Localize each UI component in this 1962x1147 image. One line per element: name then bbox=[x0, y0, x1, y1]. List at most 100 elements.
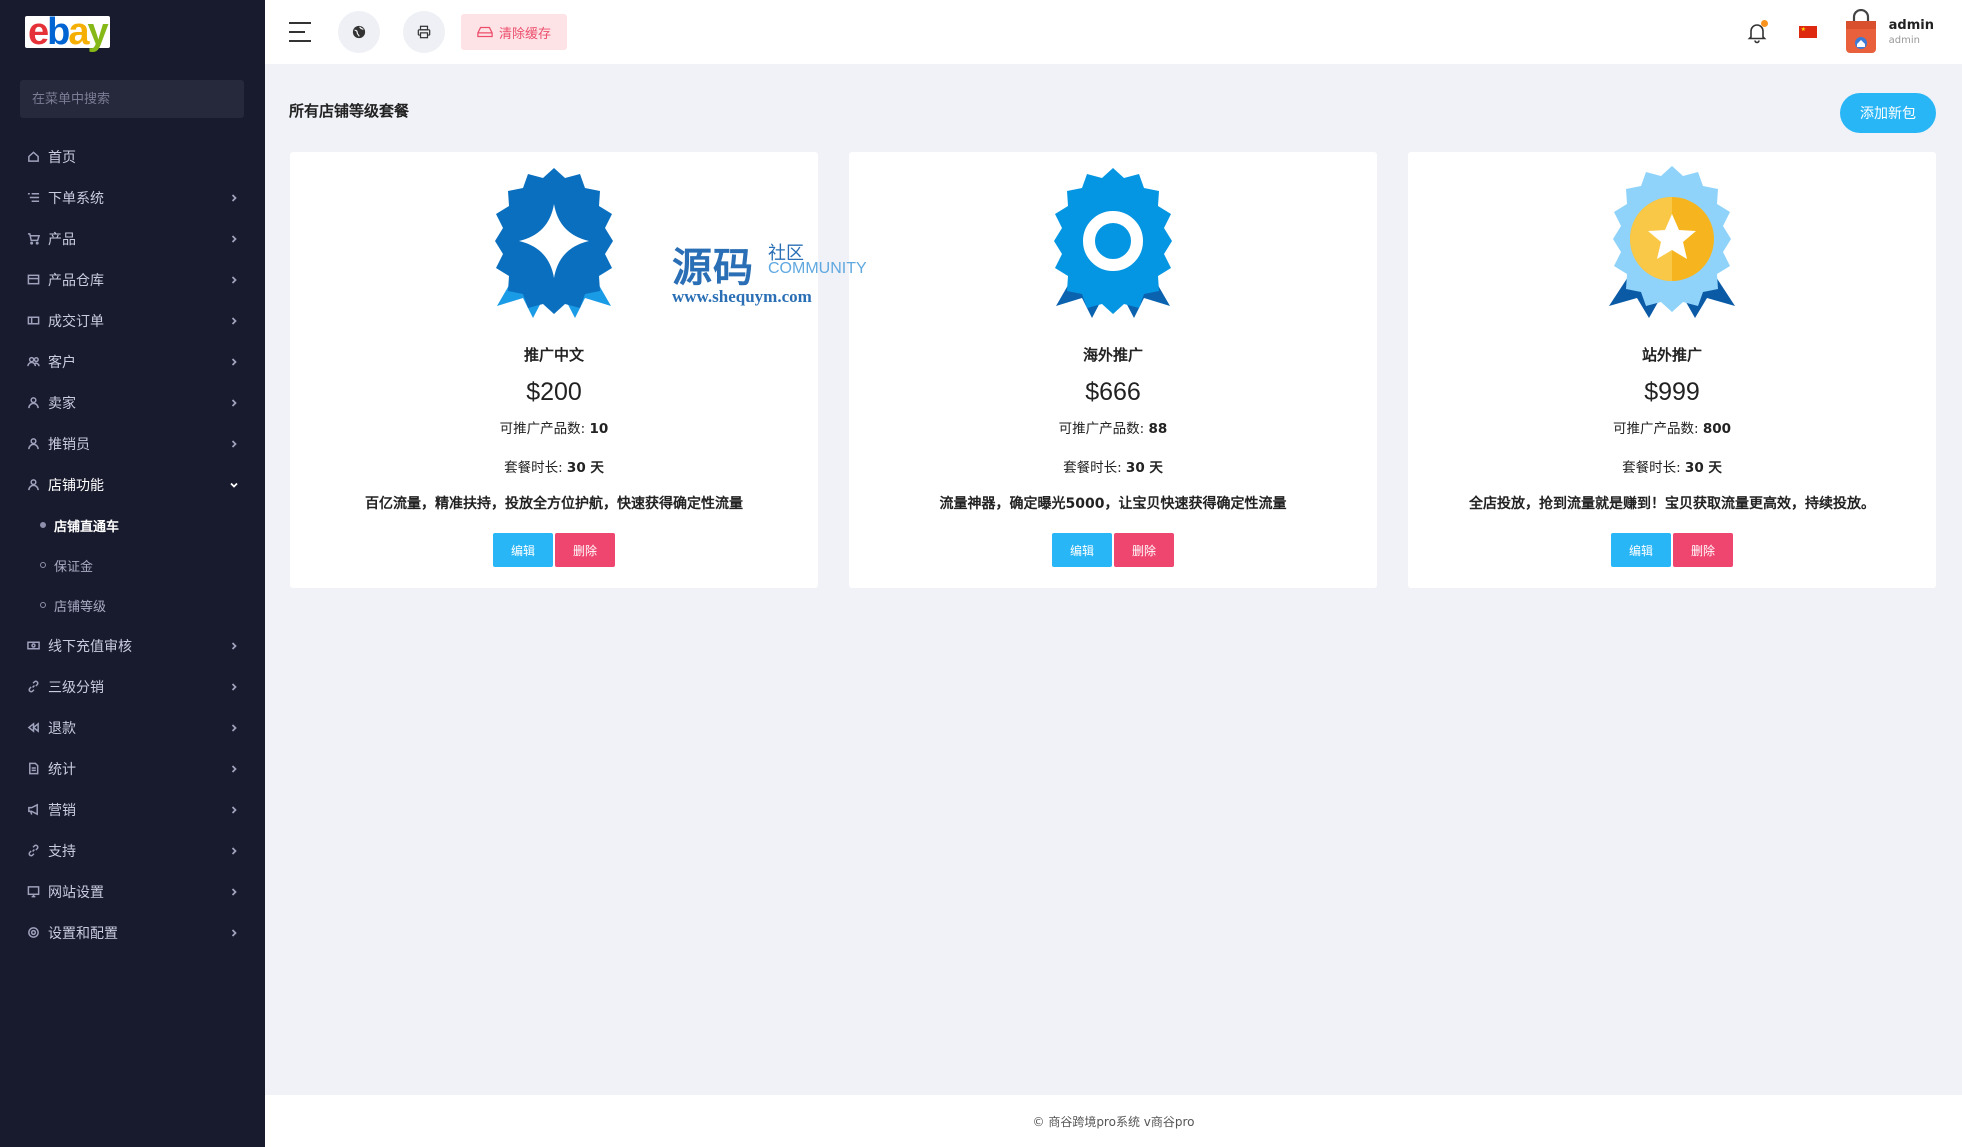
sidebar-item-label: 线下充值审核 bbox=[48, 638, 132, 655]
sidebar-item-label: 设置和配置 bbox=[48, 925, 118, 942]
clear-cache-button[interactable]: 清除缓存 bbox=[461, 14, 568, 50]
diamond-medal-icon bbox=[495, 168, 613, 318]
edit-button[interactable]: 编辑 bbox=[1052, 533, 1112, 567]
sidebar-item[interactable]: 客户 bbox=[0, 341, 265, 382]
package-price: $200 bbox=[526, 378, 582, 406]
sidebar-item[interactable]: 卖家 bbox=[0, 382, 265, 423]
sidebar-item-label: 客户 bbox=[48, 354, 76, 371]
user-icon bbox=[26, 396, 40, 410]
sidebar-item-label: 网站设置 bbox=[48, 884, 104, 901]
package-card: 站外推广 $999 可推广产品数: 800 套餐时长: 30 天 全店投放，抢到… bbox=[1408, 152, 1936, 588]
globe-icon bbox=[352, 25, 366, 39]
bullet-icon bbox=[40, 562, 46, 568]
warehouse-icon bbox=[26, 273, 40, 287]
ticket-icon bbox=[26, 314, 40, 328]
user-icon bbox=[26, 478, 40, 492]
sidebar-item-label: 首页 bbox=[48, 149, 76, 166]
chevron-right-icon bbox=[229, 762, 239, 773]
add-package-button[interactable]: 添加新包 bbox=[1840, 93, 1936, 133]
language-flag-icon[interactable]: ★ bbox=[1798, 26, 1817, 38]
sidebar-item[interactable]: 成交订单 bbox=[0, 300, 265, 341]
package-name: 海外推广 bbox=[1082, 346, 1143, 364]
cart-icon bbox=[26, 232, 40, 246]
chevron-right-icon bbox=[229, 355, 239, 366]
notifications-button[interactable] bbox=[1745, 20, 1769, 44]
package-duration: 套餐时长: 30 天 bbox=[504, 460, 604, 476]
package-products: 可推广产品数: 10 bbox=[499, 421, 609, 437]
rewind-icon bbox=[26, 721, 40, 735]
print-button[interactable] bbox=[403, 11, 445, 53]
delete-button[interactable]: 删除 bbox=[555, 533, 615, 567]
sidebar-item[interactable]: 三级分销 bbox=[0, 666, 265, 707]
chevron-right-icon bbox=[229, 803, 239, 814]
delete-button[interactable]: 删除 bbox=[1114, 533, 1174, 567]
sidebar: ebay 首页下单系统产品产品仓库成交订单客户卖家推销员店铺功能店铺直通车保证金… bbox=[0, 0, 265, 1147]
chevron-right-icon bbox=[229, 885, 239, 896]
sidebar-item-label: 下单系统 bbox=[48, 190, 104, 207]
sidebar-item[interactable]: 设置和配置 bbox=[0, 912, 265, 953]
sidebar-subitem[interactable]: 店铺直通车 bbox=[0, 505, 265, 545]
package-duration: 套餐时长: 30 天 bbox=[1063, 460, 1163, 476]
chevron-right-icon bbox=[229, 232, 239, 243]
package-products: 可推广产品数: 88 bbox=[1058, 421, 1168, 437]
clear-cache-label: 清除缓存 bbox=[499, 26, 552, 42]
chevron-down-icon bbox=[229, 478, 239, 488]
sidebar-item[interactable]: 首页 bbox=[0, 136, 265, 177]
logo[interactable]: ebay bbox=[0, 0, 265, 64]
sidebar-item-label: 退款 bbox=[48, 720, 76, 737]
edit-button[interactable]: 编辑 bbox=[1611, 533, 1671, 567]
avatar[interactable] bbox=[1843, 9, 1879, 55]
sidebar-item[interactable]: 退款 bbox=[0, 707, 265, 748]
delete-button[interactable]: 删除 bbox=[1673, 533, 1733, 567]
sidebar-item-label: 统计 bbox=[48, 761, 76, 778]
package-price: $666 bbox=[1085, 378, 1141, 406]
monitor-icon bbox=[26, 885, 40, 899]
edit-button[interactable]: 编辑 bbox=[493, 533, 553, 567]
package-price: $999 bbox=[1644, 378, 1700, 406]
sidebar-item[interactable]: 营销 bbox=[0, 789, 265, 830]
sidebar-item-label: 推销员 bbox=[48, 436, 90, 453]
sidebar-item-label: 成交订单 bbox=[48, 313, 104, 330]
sidebar-item-label: 三级分销 bbox=[48, 679, 104, 696]
package-card: 海外推广 $666 可推广产品数: 88 套餐时长: 30 天 流量神器，确定曝… bbox=[849, 152, 1377, 588]
package-name: 推广中文 bbox=[523, 346, 584, 364]
sidebar-item[interactable]: 下单系统 bbox=[0, 177, 265, 218]
sidebar-item[interactable]: 产品 bbox=[0, 218, 265, 259]
home-icon bbox=[26, 150, 40, 164]
chevron-right-icon bbox=[229, 273, 239, 284]
hard-drive-icon bbox=[477, 26, 493, 38]
sidebar-subitem[interactable]: 保证金 bbox=[0, 545, 265, 585]
sidebar-item[interactable]: 推销员 bbox=[0, 423, 265, 464]
footer: © 商谷跨境pro系统 v商谷pro bbox=[265, 1095, 1962, 1147]
user-name: admin bbox=[1888, 18, 1934, 33]
megaphone-icon bbox=[26, 803, 40, 817]
bullet-icon bbox=[40, 522, 46, 528]
sidebar-item-label: 卖家 bbox=[48, 395, 76, 412]
menu-toggle-icon[interactable] bbox=[289, 22, 315, 42]
chevron-right-icon bbox=[229, 639, 239, 650]
sidebar-subitem[interactable]: 店铺等级 bbox=[0, 585, 265, 625]
user-role: admin bbox=[1888, 35, 1920, 46]
sidebar-item-label: 产品仓库 bbox=[48, 272, 104, 289]
sidebar-item[interactable]: 线下充值审核 bbox=[0, 625, 265, 666]
sidebar-item-label: 店铺功能 bbox=[48, 477, 104, 494]
menu-search-input[interactable] bbox=[20, 80, 244, 118]
cash-icon bbox=[26, 639, 40, 653]
sidebar-item[interactable]: 产品仓库 bbox=[0, 259, 265, 300]
sidebar-item[interactable]: 支持 bbox=[0, 830, 265, 871]
printer-icon bbox=[417, 25, 431, 39]
sidebar-item[interactable]: 统计 bbox=[0, 748, 265, 789]
ebay-logo: ebay bbox=[25, 13, 110, 51]
bullet-icon bbox=[40, 602, 46, 608]
sidebar-subitem-label: 店铺等级 bbox=[54, 599, 107, 615]
package-description: 百亿流量，精准扶持，投放全方位护航，快速获得确定性流量 bbox=[365, 496, 743, 512]
sidebar-item[interactable]: 网站设置 bbox=[0, 871, 265, 912]
user-info[interactable]: admin admin bbox=[1889, 18, 1934, 46]
link-icon bbox=[26, 680, 40, 694]
chevron-right-icon bbox=[229, 396, 239, 407]
chevron-right-icon bbox=[229, 844, 239, 855]
globe-button[interactable] bbox=[338, 11, 380, 53]
sidebar-item[interactable]: 店铺功能 bbox=[0, 464, 265, 505]
package-products: 可推广产品数: 800 bbox=[1612, 421, 1732, 437]
footer-text: © 商谷跨境pro系统 v商谷pro bbox=[1032, 1114, 1195, 1129]
